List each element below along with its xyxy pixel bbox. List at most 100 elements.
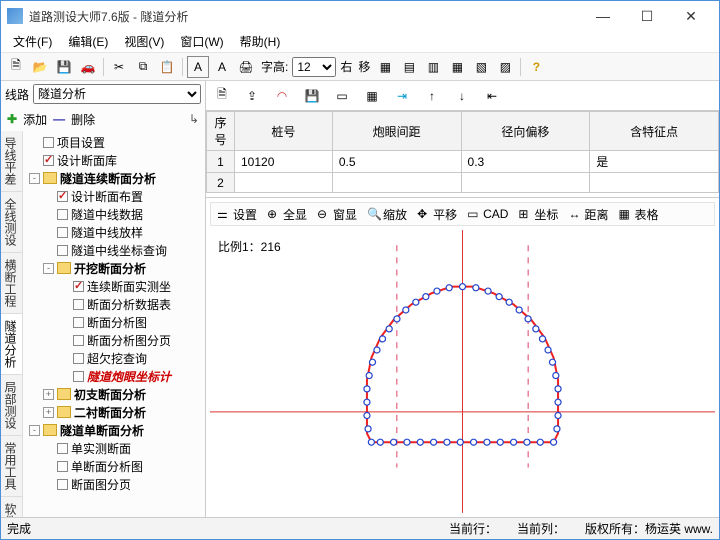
left-panel: 线路 隧道分析 ✚ 添加 — 删除 ↳ 导线平差全线测设横断工程隧道分析局部测设… — [1, 81, 206, 517]
tree-item-4[interactable]: 隧道中线数据 — [25, 205, 205, 223]
data-table[interactable]: 序号桩号炮眼间距径向偏移含特征点1101200.50.3是2 — [206, 111, 719, 193]
canvas-btn-窗显[interactable]: ⊖窗显 — [315, 206, 359, 223]
expand-icon[interactable]: ↳ — [189, 112, 199, 126]
canvas-area: ⚌设置 ⊕全显 ⊖窗显 🔍缩放 ✥平移 ▭CAD ⊞坐标 ↔距离 ▦表格 比例1：216 — [206, 197, 719, 517]
tree-item-17[interactable]: 单实测断面 — [25, 439, 205, 457]
tree-item-3[interactable]: 设计断面布置 — [25, 187, 205, 205]
canvas-btn-坐标[interactable]: ⊞坐标 — [516, 206, 560, 223]
vtab-3[interactable]: 隧道分析 — [1, 314, 22, 375]
plot[interactable]: 比例1：216 — [210, 230, 715, 513]
close-button[interactable]: ✕ — [669, 2, 713, 30]
canvas-btn-全显[interactable]: ⊕全显 — [265, 206, 309, 223]
doc-icon[interactable]: 🗎 — [212, 86, 232, 106]
tree-item-13[interactable]: 隧道炮眼坐标计 — [25, 367, 205, 385]
vtab-4[interactable]: 局部测设 — [1, 375, 22, 436]
paste-icon[interactable]: 📋 — [156, 56, 178, 78]
help-icon[interactable]: ? — [525, 56, 547, 78]
menu-edit[interactable]: 编辑(E) — [60, 31, 116, 52]
copy-icon[interactable]: ⧉ — [132, 56, 154, 78]
canvas-btn-距离[interactable]: ↔距离 — [566, 206, 610, 223]
menubar: 文件(F) 编辑(E) 视图(V) 窗口(W) 帮助(H) — [1, 31, 719, 53]
save-icon[interactable]: 💾 — [53, 56, 75, 78]
right-panel: 🗎 ⇪ ◠ 💾 ▭ ▦ ⇥ ↑ ↓ ⇤ 序号桩号炮眼间距径向偏移含特征点1101… — [206, 81, 719, 517]
calc-icon[interactable]: ▭ — [332, 86, 352, 106]
add-label[interactable]: 添加 — [23, 111, 47, 128]
canvas-btn-平移[interactable]: ✥平移 — [415, 206, 459, 223]
tree-item-5[interactable]: 隧道中线放样 — [25, 223, 205, 241]
tree-item-0[interactable]: 项目设置 — [25, 133, 205, 151]
font-a-icon[interactable]: A — [187, 56, 209, 78]
cut-icon[interactable]: ✂ — [108, 56, 130, 78]
canvas-btn-表格[interactable]: ▦表格 — [616, 206, 660, 223]
add-icon[interactable]: ✚ — [7, 112, 17, 126]
route-select[interactable]: 隧道分析 — [33, 84, 201, 104]
record-toolbar: 🗎 ⇪ ◠ 💾 ▭ ▦ ⇥ ↑ ↓ ⇤ — [206, 81, 719, 111]
vtab-2[interactable]: 横断工程 — [1, 253, 22, 314]
open-icon[interactable]: 📂 — [29, 56, 51, 78]
tunnel-svg — [210, 230, 715, 513]
tree-item-18[interactable]: 单断面分析图 — [25, 457, 205, 475]
tree-item-12[interactable]: 超欠挖查询 — [25, 349, 205, 367]
canvas-toolbar: ⚌设置 ⊕全显 ⊖窗显 🔍缩放 ✥平移 ▭CAD ⊞坐标 ↔距离 ▦表格 — [210, 202, 715, 226]
table-icon[interactable]: ▦ — [362, 86, 382, 106]
status-row: 当前行： — [449, 520, 497, 537]
tree-item-14[interactable]: +初支断面分析 — [25, 385, 205, 403]
tree-item-9[interactable]: 断面分析数据表 — [25, 295, 205, 313]
section-icon[interactable]: ◠ — [272, 86, 292, 106]
grid4-icon[interactable]: ▦ — [446, 56, 468, 78]
status-done: 完成 — [7, 520, 31, 537]
statusbar: 完成 当前行： 当前列： 版权所有：杨运英 www. — [1, 517, 719, 539]
main-toolbar: 🗎 📂 💾 🚗 ✂ ⧉ 📋 A A 🖨 字高: 12 右 移 ▦ ▤ ▥ ▦ ▧… — [1, 53, 719, 81]
menu-help[interactable]: 帮助(H) — [232, 31, 289, 52]
tree-item-19[interactable]: 断面图分页 — [25, 475, 205, 493]
print-icon[interactable]: 🖨 — [235, 56, 257, 78]
home-icon[interactable]: ⇤ — [482, 86, 502, 106]
canvas-btn-设置[interactable]: ⚌设置 — [215, 206, 259, 223]
shift-label: 移 — [356, 58, 372, 75]
status-copyright: 版权所有：杨运英 www. — [585, 520, 713, 537]
delete-label[interactable]: 删除 — [71, 111, 95, 128]
tree-item-11[interactable]: 断面分析图分页 — [25, 331, 205, 349]
font-height-label: 字高: — [259, 58, 290, 75]
grid1-icon[interactable]: ▦ — [374, 56, 396, 78]
menu-view[interactable]: 视图(V) — [116, 31, 172, 52]
project-tree[interactable]: 项目设置设计断面库-隧道连续断面分析设计断面布置隧道中线数据隧道中线放样隧道中线… — [23, 131, 205, 517]
grid3-icon[interactable]: ▥ — [422, 56, 444, 78]
vtab-5[interactable]: 常用工具 — [1, 436, 22, 497]
titlebar: 道路测设大师7.6版 - 隧道分析 — ☐ ✕ — [1, 1, 719, 31]
car-icon[interactable]: 🚗 — [77, 56, 99, 78]
maximize-button[interactable]: ☐ — [625, 2, 669, 30]
font-size-select[interactable]: 12 — [292, 57, 336, 77]
window-title: 道路测设大师7.6版 - 隧道分析 — [29, 8, 581, 25]
scale-label: 比例1：216 — [218, 238, 281, 255]
tree-item-7[interactable]: -开挖断面分析 — [25, 259, 205, 277]
up-icon[interactable]: ↑ — [422, 86, 442, 106]
vtab-0[interactable]: 导线平差 — [1, 131, 22, 192]
menu-window[interactable]: 窗口(W) — [172, 31, 231, 52]
tree-item-2[interactable]: -隧道连续断面分析 — [25, 169, 205, 187]
grid6-icon[interactable]: ▨ — [494, 56, 516, 78]
tree-item-1[interactable]: 设计断面库 — [25, 151, 205, 169]
grid5-icon[interactable]: ▧ — [470, 56, 492, 78]
minimize-button[interactable]: — — [581, 2, 625, 30]
font-b-icon[interactable]: A — [211, 56, 233, 78]
tree-item-6[interactable]: 隧道中线坐标查询 — [25, 241, 205, 259]
save2-icon[interactable]: 💾 — [302, 86, 322, 106]
vertical-tabs: 导线平差全线测设横断工程隧道分析局部测设常用工具软件 — [1, 131, 23, 517]
tree-item-16[interactable]: -隧道单断面分析 — [25, 421, 205, 439]
tree-item-10[interactable]: 断面分析图 — [25, 313, 205, 331]
new-icon[interactable]: 🗎 — [5, 56, 27, 78]
route-label: 线路 — [5, 86, 29, 103]
tree-item-8[interactable]: 连续断面实测坐 — [25, 277, 205, 295]
delete-icon[interactable]: — — [53, 112, 65, 126]
clear-icon[interactable]: ⇥ — [392, 86, 412, 106]
vtab-1[interactable]: 全线测设 — [1, 192, 22, 253]
canvas-btn-CAD[interactable]: ▭CAD — [465, 207, 510, 221]
status-col: 当前列： — [517, 520, 565, 537]
tree-item-15[interactable]: +二衬断面分析 — [25, 403, 205, 421]
grid2-icon[interactable]: ▤ — [398, 56, 420, 78]
menu-file[interactable]: 文件(F) — [5, 31, 60, 52]
canvas-btn-缩放[interactable]: 🔍缩放 — [365, 206, 409, 223]
export-icon[interactable]: ⇪ — [242, 86, 262, 106]
down-icon[interactable]: ↓ — [452, 86, 472, 106]
